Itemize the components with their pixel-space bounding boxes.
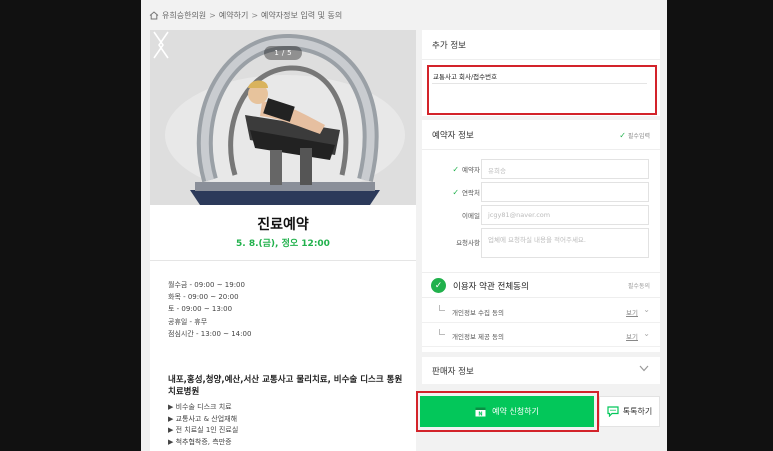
hours-line: 화목 - 09:00 ~ 20:00 <box>168 293 239 302</box>
seller-info-header: 판매자 정보 <box>432 366 474 377</box>
check-icon: ✓ <box>452 164 460 174</box>
breadcrumb-item-current: 예약자정보 입력 및 동의 <box>261 11 343 20</box>
feature-item: ▶ 전 치료실 1인 진료실 <box>168 426 239 434</box>
feature-item: ▶ 척추협착증, 측만증 <box>168 437 232 446</box>
product-image-carousel[interactable]: 1 / 5 <box>150 30 416 205</box>
hours-line: 공휴일 - 휴무 <box>168 317 208 326</box>
name-label: 예약자 <box>462 166 480 174</box>
name-input[interactable]: 유희승 <box>481 159 649 179</box>
agree-all-checkbox[interactable]: ✓ <box>431 278 446 293</box>
breadcrumb-separator: > <box>209 11 216 20</box>
view-link[interactable]: 보기 <box>626 307 638 317</box>
description-title: 내포,홍성,청양,예산,서산 교통사고 물리치료, 비수술 디스크 통원치료병원 <box>168 375 403 397</box>
agree-item-label: 개인정보 제공 동의 <box>452 333 504 341</box>
pager-current: 1 <box>274 49 279 57</box>
chevron-right-icon[interactable] <box>150 30 166 60</box>
hours-line: 토 - 09:00 ~ 13:00 <box>168 305 233 314</box>
tree-connector <box>439 329 445 335</box>
image-pager: 1 / 5 <box>264 46 302 60</box>
chevron-down-icon[interactable]: ⌄ <box>643 329 650 338</box>
breadcrumb: 유희승한의원 > 예약하기 > 예약자정보 입력 및 동의 <box>149 10 342 21</box>
hours-line: 점심시간 - 13:00 ~ 14:00 <box>168 329 252 338</box>
required-label: 필수입력 <box>627 133 650 140</box>
product-title: 진료예약 <box>257 217 309 233</box>
form-row-email: 이메일 jcgy81@naver.com <box>422 205 660 225</box>
breadcrumb-item-clinic[interactable]: 유희승한의원 <box>162 10 206 21</box>
breadcrumb-item-booking[interactable]: 예약하기 <box>219 10 248 21</box>
feature-list: ▶ 비수술 디스크 치료 ▶ 교통사고 & 산업재해 ▶ 전 치료실 1인 진료… <box>168 402 238 448</box>
seller-info-card[interactable]: 판매자 정보 <box>422 357 660 384</box>
request-textarea[interactable]: 업체에 요청하실 내용을 적어주세요. <box>481 228 649 258</box>
product-panel: 1 / 5 진료예약 5. 8.(금), 정오 12:00 월수금 - 09:0… <box>150 30 416 451</box>
pager-separator: / <box>281 49 285 57</box>
phone-label: 연락처 <box>462 189 480 197</box>
feature-item: ▶ 비수술 디스크 치료 <box>168 403 232 411</box>
agree-all-label: 이용자 약관 전체동의 <box>453 282 529 292</box>
booker-info-card: 예약자 정보 ✓ 필수입력 ✓ 예약자 유희승 ✓ 연락처 이메일 jcgy81… <box>422 120 660 352</box>
agree-all-tag: 필수동의 <box>627 283 650 290</box>
breadcrumb-separator: > <box>251 11 259 20</box>
highlight-box-extra-field <box>427 65 657 115</box>
form-row-name: ✓ 예약자 유희승 <box>422 159 660 179</box>
request-label: 요청사항 <box>456 239 480 247</box>
home-icon[interactable] <box>149 11 159 20</box>
agree-item-provide[interactable]: 개인정보 제공 동의 보기 ⌄ <box>422 323 660 347</box>
agree-item-collect[interactable]: 개인정보 수집 동의 보기 ⌄ <box>422 299 660 323</box>
feature-item: ▶ 교통사고 & 산업재해 <box>168 414 238 423</box>
agree-item-label: 개인정보 수집 동의 <box>452 309 504 317</box>
talk-button[interactable]: 톡톡하기 <box>599 396 660 427</box>
form-row-request: 요청사항 업체에 요청하실 내용을 적어주세요. <box>422 228 660 260</box>
talk-icon <box>607 406 619 417</box>
form-row-phone: ✓ 연락처 <box>422 182 660 202</box>
email-label: 이메일 <box>462 212 480 220</box>
name-label-wrap: ✓ 예약자 <box>434 164 480 175</box>
highlight-box-submit <box>416 391 599 432</box>
booking-date: 5. 8.(금), 정오 12:00 <box>236 239 330 249</box>
tree-connector <box>439 305 445 311</box>
pager-total: 5 <box>287 49 292 57</box>
page: 유희승한의원 > 예약하기 > 예약자정보 입력 및 동의 1 / 5 진료예약… <box>0 0 773 451</box>
business-hours: 월수금 - 09:00 ~ 19:00 화목 - 09:00 ~ 20:00 토… <box>168 279 251 340</box>
phone-input[interactable] <box>481 182 649 202</box>
chevron-down-icon[interactable]: ⌄ <box>643 305 650 314</box>
phone-label-wrap: ✓ 연락처 <box>434 187 480 198</box>
check-icon: ✓ <box>619 131 626 140</box>
view-link[interactable]: 보기 <box>626 331 638 341</box>
chevron-down-icon[interactable] <box>639 365 649 372</box>
agree-all-row[interactable]: ✓ 이용자 약관 전체동의 필수동의 <box>422 272 660 298</box>
extra-info-header: 추가 정보 <box>422 30 660 60</box>
divider <box>150 260 416 261</box>
email-input[interactable]: jcgy81@naver.com <box>481 205 649 225</box>
talk-label: 톡톡하기 <box>622 407 653 416</box>
hours-line: 월수금 - 09:00 ~ 19:00 <box>168 281 245 289</box>
required-note: ✓ 필수입력 <box>619 131 650 140</box>
check-icon: ✓ <box>452 187 460 197</box>
